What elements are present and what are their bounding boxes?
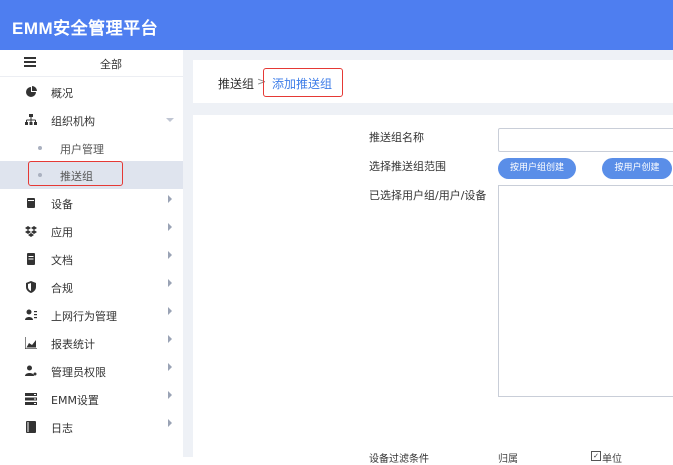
- app-title: EMM安全管理平台: [12, 19, 159, 38]
- sidebar-item-compliance[interactable]: 合规: [0, 273, 183, 301]
- breadcrumb-parent[interactable]: 推送组: [218, 75, 254, 92]
- sidebar-item-label: 文档: [51, 254, 73, 267]
- sidebar-item-overview[interactable]: 概况: [0, 78, 183, 106]
- sidebar-subitem-user-management[interactable]: 用户管理: [0, 134, 183, 162]
- sidebar-item-label: EMM设置: [51, 394, 99, 407]
- document-icon: [27, 253, 35, 265]
- user-key-icon: [25, 365, 37, 376]
- push-group-name-label: 推送组名称: [369, 131, 424, 144]
- dropbox-icon: [25, 226, 37, 237]
- sidebar-item-label: 日志: [51, 422, 73, 435]
- sidebar-item-label: 管理员权限: [51, 366, 106, 379]
- area-chart-icon: [25, 337, 37, 349]
- pie-chart-icon: [26, 86, 37, 97]
- create-by-user-button[interactable]: 按用户创建: [602, 158, 672, 179]
- chevron-right-icon: [168, 307, 172, 315]
- sidebar-item-admin-permissions[interactable]: 管理员权限: [0, 357, 183, 385]
- user-list-icon: [25, 309, 37, 320]
- sidebar-item-internet-behavior[interactable]: 上网行为管理: [0, 301, 183, 329]
- create-by-user-group-button[interactable]: 按用户组创建: [498, 158, 576, 179]
- sidebar-item-label: 应用: [51, 226, 73, 239]
- device-icon: [27, 198, 35, 208]
- sidebar: 全部 概况 组织机构 用户管理 推送组 设备 应用 文档 合规 上网行为管理 报…: [0, 50, 184, 457]
- sidebar-item-reports[interactable]: 报表统计: [0, 329, 183, 357]
- sidebar-item-label: 概况: [51, 87, 73, 100]
- chevron-right-icon: [168, 251, 172, 259]
- sidebar-item-label: 上网行为管理: [51, 310, 117, 323]
- sidebar-item-label: 用户管理: [60, 143, 104, 156]
- sidebar-item-device[interactable]: 设备: [0, 189, 183, 217]
- selected-targets-box[interactable]: [498, 185, 673, 397]
- shield-icon: [26, 281, 36, 293]
- bullet-icon: [38, 146, 42, 150]
- filter-option-ownership[interactable]: 归属: [498, 450, 518, 465]
- chevron-right-icon: [168, 279, 172, 287]
- sidebar-item-emm-settings[interactable]: EMM设置: [0, 385, 183, 413]
- sidebar-item-label: 合规: [51, 282, 73, 295]
- chevron-right-icon: [168, 335, 172, 343]
- sidebar-all-label[interactable]: 全部: [100, 56, 122, 72]
- highlight-box-sidebar: [28, 161, 123, 186]
- sidebar-item-documents[interactable]: 文档: [0, 245, 183, 273]
- chevron-right-icon: [168, 419, 172, 427]
- form-panel: 推送组名称 选择推送组范围 按用户组创建 按用户创建 已选择用户组/用户/设备 …: [193, 115, 673, 465]
- filter-option-unit[interactable]: 单位: [602, 450, 622, 465]
- device-filter-label: 设备过滤条件: [369, 454, 429, 465]
- sidebar-top: 全部: [0, 50, 183, 77]
- chevron-down-icon: [166, 118, 174, 122]
- app-header: EMM安全管理平台: [0, 0, 673, 50]
- selected-targets-label: 已选择用户组/用户/设备: [369, 189, 487, 202]
- settings-list-icon: [25, 393, 37, 405]
- sidebar-item-label: 设备: [51, 198, 73, 211]
- sidebar-item-label: 报表统计: [51, 338, 95, 351]
- highlight-box-breadcrumb: [263, 68, 343, 97]
- sidebar-item-organization[interactable]: 组织机构: [0, 106, 183, 134]
- chevron-right-icon: [168, 223, 172, 231]
- sidebar-item-logs[interactable]: 日志: [0, 413, 183, 441]
- checkbox-icon[interactable]: ✓: [591, 451, 601, 461]
- chevron-right-icon: [168, 363, 172, 371]
- chevron-right-icon: [168, 195, 172, 203]
- hamburger-menu-icon[interactable]: [24, 57, 36, 67]
- push-group-name-input[interactable]: [498, 128, 673, 152]
- org-chart-icon: [25, 114, 37, 125]
- sidebar-item-apps[interactable]: 应用: [0, 217, 183, 245]
- sidebar-item-label: 组织机构: [51, 115, 95, 128]
- chevron-right-icon: [168, 391, 172, 399]
- push-group-scope-label: 选择推送组范围: [369, 160, 446, 173]
- log-book-icon: [26, 421, 36, 433]
